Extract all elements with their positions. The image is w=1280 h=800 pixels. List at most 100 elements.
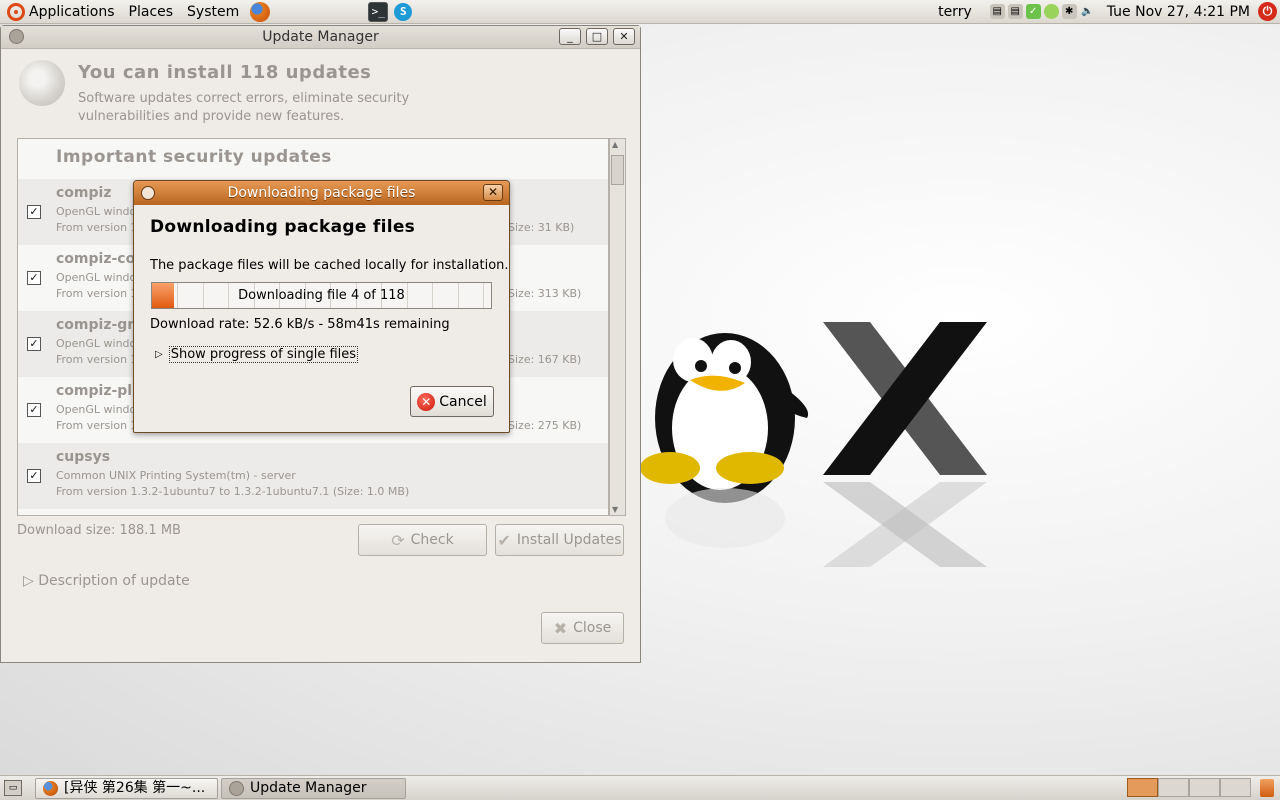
cancel-button[interactable]: ✕ Cancel (410, 386, 494, 417)
workspace-3[interactable] (1189, 778, 1220, 797)
package-size: Size: 275 KB) (508, 419, 582, 432)
package-name: compiz-gn (56, 317, 138, 333)
show-desktop-icon[interactable]: ▭ (4, 780, 22, 796)
package-description: OpenGL windo (56, 205, 137, 218)
places-menu-label: Places (128, 3, 174, 20)
taskbar-item-browser[interactable]: [异侠 第26集 第一~... (35, 778, 218, 799)
system-menu[interactable]: System (180, 0, 246, 24)
package-description: OpenGL windo (56, 271, 137, 284)
scroll-down-arrow-icon[interactable]: ▼ (612, 505, 618, 514)
dialog-close-button[interactable]: ✕ (483, 184, 503, 201)
package-version: From version 1 (56, 353, 138, 366)
expander-arrow-icon: ▷ (155, 349, 163, 360)
scrollbar-thumb[interactable] (611, 155, 624, 185)
workspace-switcher (1127, 778, 1251, 797)
package-version: From version 1 (56, 287, 138, 300)
update-checkbox[interactable]: ✓ (27, 337, 41, 351)
tux-penguin-wallpaper-icon (640, 333, 809, 548)
close-button[interactable]: ✖ Close (541, 612, 624, 644)
firefox-launcher-icon[interactable] (250, 1, 271, 22)
volume-icon[interactable]: 🔈 (1080, 4, 1095, 19)
package-description: Common UNIX Printing System(tm) - server (56, 469, 296, 482)
close-window-button[interactable]: ✕ (613, 28, 635, 45)
taskbar-item-label: [异侠 第26集 第一~... (64, 780, 206, 796)
download-progress-bar: Downloading file 4 of 118 (151, 282, 492, 309)
download-dialog: Downloading package files ✕ Downloading … (133, 180, 510, 433)
download-dialog-title: Downloading package files (227, 185, 416, 201)
network-icon[interactable] (1043, 4, 1059, 19)
package-name: cupsys (56, 449, 111, 465)
x-logo-wallpaper-icon (823, 322, 987, 567)
workspace-2[interactable] (1158, 778, 1189, 797)
single-files-expander[interactable]: ▷ Show progress of single files (155, 346, 359, 363)
clock[interactable]: Tue Nov 27, 4:21 PM (1107, 4, 1250, 20)
places-menu[interactable]: Places (122, 0, 181, 24)
notification-star-icon[interactable]: ✱ (1061, 4, 1077, 19)
package-name: compiz-pl (56, 383, 133, 399)
description-expander-label: Description of update (38, 573, 190, 589)
single-files-expander-label: Show progress of single files (168, 346, 359, 363)
trash-icon[interactable] (1260, 779, 1274, 797)
workspace-1[interactable] (1127, 778, 1158, 797)
list-scrollbar[interactable]: ▲ ▼ (609, 138, 626, 516)
package-description: OpenGL windo (56, 337, 137, 350)
list-section-title: Important security updates (56, 147, 332, 167)
bottom-panel: ▭ [异侠 第26集 第一~... Update Manager (0, 775, 1280, 800)
update-checkbox[interactable]: ✓ (27, 271, 41, 285)
minimize-button[interactable]: _ (559, 28, 581, 45)
package-name: compiz (56, 185, 112, 201)
taskbar-item-update-manager[interactable]: Update Manager (221, 778, 406, 799)
expander-arrow-icon: ▷ (23, 573, 34, 589)
system-menu-label: System (187, 3, 240, 20)
printer-icon[interactable]: ▤ (989, 4, 1005, 19)
package-name: compiz-co (56, 251, 136, 267)
terminal-launcher-icon[interactable]: >_ (368, 1, 389, 22)
printer-2-icon[interactable]: ▤ (1007, 4, 1023, 19)
download-heading: Downloading package files (150, 217, 416, 237)
cancel-button-label: Cancel (439, 393, 487, 410)
check-status-icon[interactable]: ✓ (1025, 4, 1041, 19)
package-version: From version 1 (56, 221, 138, 234)
workspace-4[interactable] (1220, 778, 1251, 797)
package-size: Size: 31 KB) (508, 221, 575, 234)
update-manager-title: Update Manager (262, 29, 379, 45)
download-dialog-titlebar[interactable]: Downloading package files ✕ (134, 181, 509, 205)
power-icon[interactable]: ⏻ (1258, 2, 1277, 21)
update-manager-titlebar[interactable]: Update Manager _ □ ✕ (1, 26, 640, 49)
update-manager-app-icon[interactable] (9, 29, 24, 44)
skype-launcher-icon[interactable]: S (394, 2, 413, 21)
system-tray: ▤ ▤ ✓ ✱ 🔈 (989, 4, 1095, 19)
description-expander[interactable]: ▷ Description of update (23, 573, 190, 589)
update-manager-icon (229, 781, 244, 796)
user-name[interactable]: terry (938, 4, 972, 20)
window-controls: _ □ ✕ (559, 28, 635, 45)
updates-description: Software updates correct errors, elimina… (78, 91, 410, 124)
maximize-button[interactable]: □ (586, 28, 608, 45)
package-description: OpenGL windo (56, 403, 137, 416)
scroll-up-arrow-icon[interactable]: ▲ (612, 140, 618, 149)
install-updates-button[interactable]: ✔ Install Updates (495, 524, 624, 556)
install-updates-label: Install Updates (516, 532, 622, 548)
update-checkbox[interactable]: ✓ (27, 403, 41, 417)
download-rate-text: Download rate: 52.6 kB/s - 58m41s remain… (150, 317, 450, 332)
package-version: From version 1 (56, 419, 138, 432)
taskbar-item-label: Update Manager (250, 780, 367, 796)
package-size: Size: 313 KB) (508, 287, 582, 300)
package-version: From version 1.3.2-1ubuntu7 to 1.3.2-1ub… (56, 485, 410, 498)
download-info-text: The package files will be cached locally… (150, 258, 509, 273)
progress-text: Downloading file 4 of 118 (238, 288, 405, 303)
refresh-icon: ⟳ (391, 530, 405, 550)
update-row[interactable]: ✓ cupsys Common UNIX Printing System(tm)… (18, 443, 608, 509)
update-checkbox[interactable]: ✓ (27, 469, 41, 483)
applications-menu[interactable]: Applications (0, 0, 122, 24)
checkmark-icon: ✔ (497, 530, 511, 550)
check-button[interactable]: ⟳ Check (358, 524, 487, 556)
firefox-icon (43, 781, 58, 796)
package-size: Size: 167 KB) (508, 353, 582, 366)
download-dialog-app-icon[interactable] (141, 186, 155, 200)
close-button-label: Close (573, 620, 612, 636)
check-button-label: Check (410, 532, 454, 548)
cancel-icon: ✕ (417, 392, 436, 411)
update-checkbox[interactable]: ✓ (27, 205, 41, 219)
ubuntu-logo-icon (7, 2, 25, 21)
